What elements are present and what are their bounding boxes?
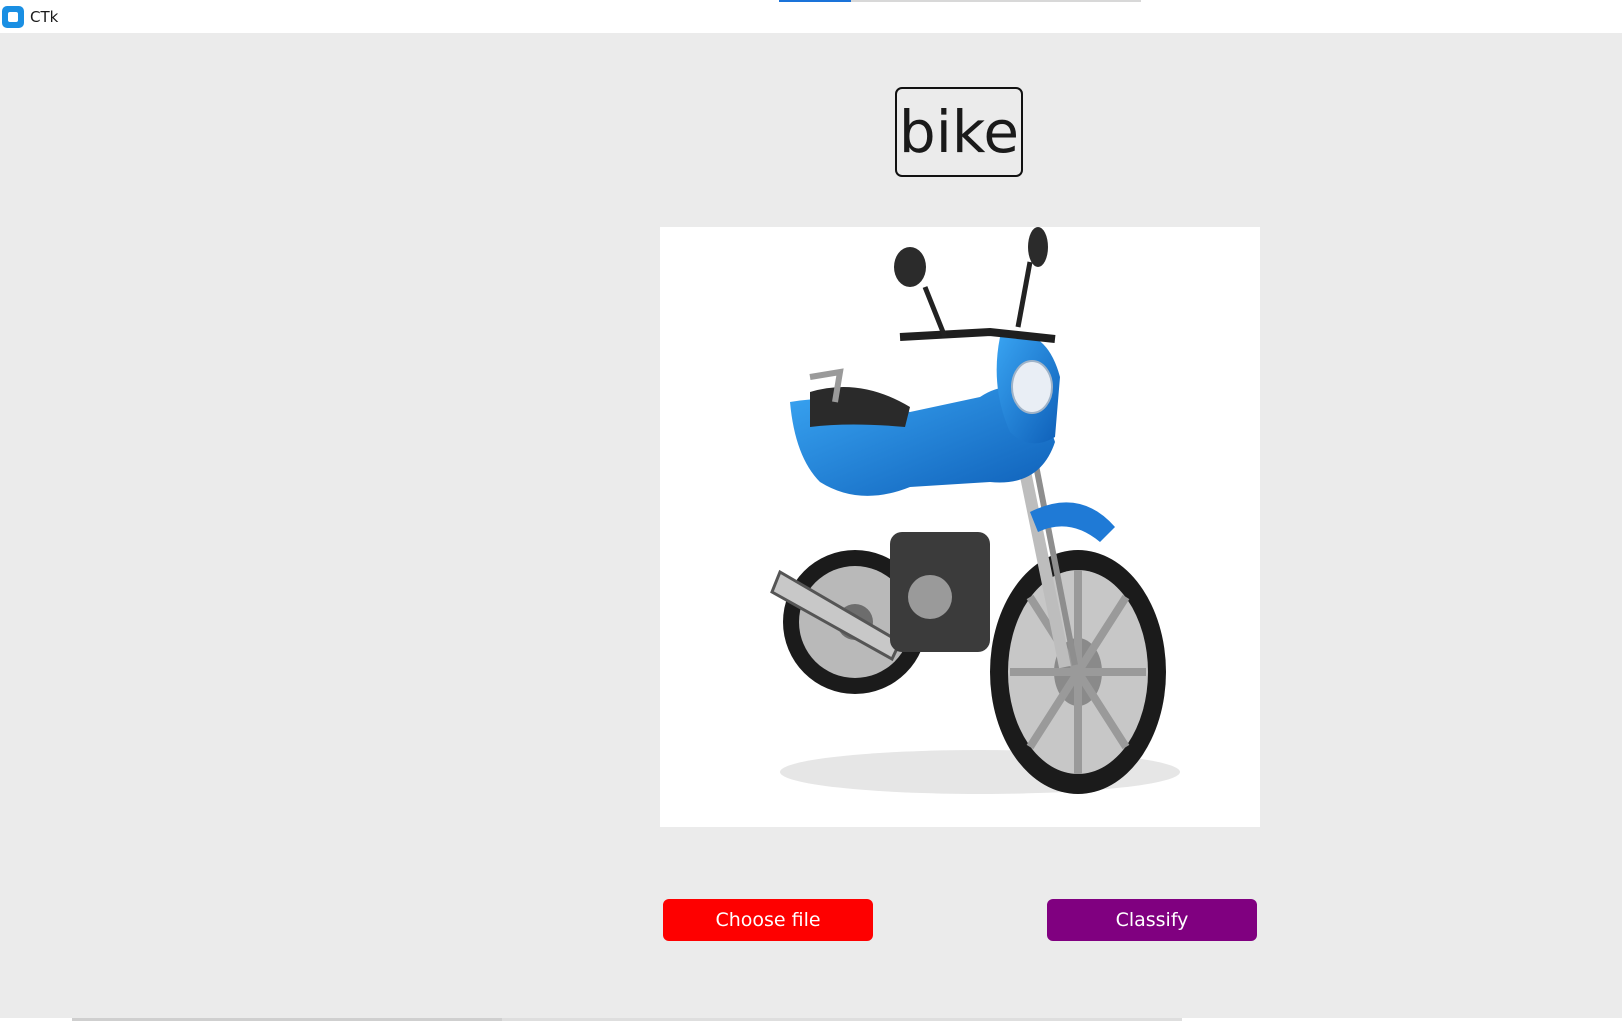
progress-bar [779, 0, 1141, 2]
app-icon [2, 6, 24, 28]
image-preview [660, 227, 1260, 827]
title-bar: CTk [0, 0, 1622, 33]
horizontal-scrollbar[interactable] [72, 1018, 502, 1021]
classification-result-label: bike [895, 87, 1023, 177]
progress-bar-fill [779, 0, 852, 2]
motorcycle-image [770, 227, 1180, 794]
horizontal-scrollbar-track[interactable] [502, 1018, 1182, 1021]
classify-button[interactable]: Classify [1047, 899, 1257, 941]
choose-file-button[interactable]: Choose file [663, 899, 873, 941]
window-title: CTk [30, 8, 59, 26]
